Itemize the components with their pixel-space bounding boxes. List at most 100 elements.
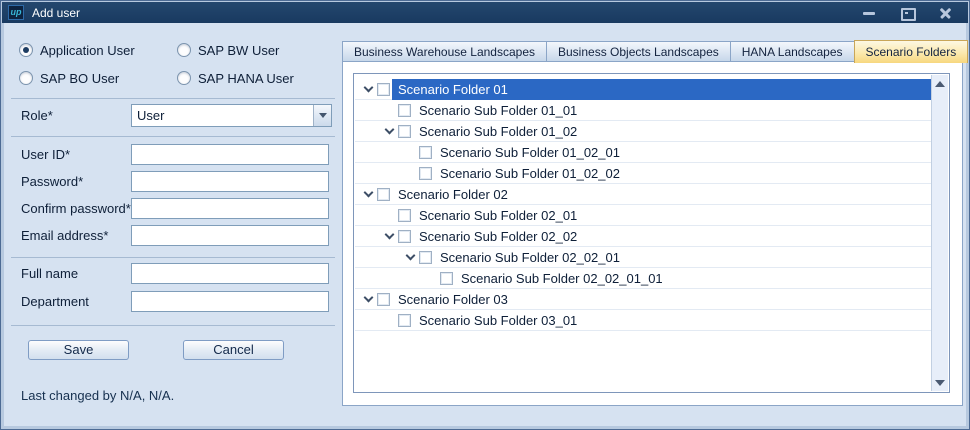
radio-sap-hana-user[interactable]: SAP HANA User xyxy=(177,70,294,86)
tree-row-label[interactable]: Scenario Sub Folder 01_01 xyxy=(418,100,931,121)
radio-label: Application User xyxy=(40,43,135,58)
radio-icon[interactable] xyxy=(177,71,191,85)
password-label: Password* xyxy=(21,171,83,192)
save-button[interactable]: Save xyxy=(28,340,129,360)
tree-indent xyxy=(355,236,382,237)
tree-row[interactable]: Scenario Folder 03 xyxy=(355,289,931,310)
tree-row[interactable]: Scenario Folder 02 xyxy=(355,184,931,205)
scroll-up-button[interactable] xyxy=(932,75,948,92)
chevron-down-icon[interactable] xyxy=(382,228,398,244)
tree-row[interactable]: Scenario Sub Folder 01_01 xyxy=(355,100,931,121)
row-checkbox[interactable] xyxy=(398,230,411,243)
cancel-button[interactable]: Cancel xyxy=(183,340,284,360)
row-checkbox[interactable] xyxy=(440,272,453,285)
tree-indent xyxy=(355,320,382,321)
restore-icon[interactable] xyxy=(900,7,914,19)
tree-row-label[interactable]: Scenario Sub Folder 02_02_01 xyxy=(439,247,931,268)
tree-row[interactable]: Scenario Sub Folder 01_02_01 xyxy=(355,142,931,163)
close-icon[interactable] xyxy=(938,7,952,19)
divider xyxy=(11,98,335,99)
tree-indent xyxy=(355,215,382,216)
add-user-dialog: up Add user Application User SAP BW User… xyxy=(0,0,970,430)
row-checkbox[interactable] xyxy=(377,188,390,201)
radio-label: SAP HANA User xyxy=(198,71,294,86)
chevron-down-icon[interactable] xyxy=(361,81,377,97)
tree-indent xyxy=(355,257,403,258)
tree-row[interactable]: Scenario Sub Folder 01_02 xyxy=(355,121,931,142)
radio-icon[interactable] xyxy=(177,43,191,57)
radio-icon[interactable] xyxy=(19,71,33,85)
tree-row-label[interactable]: Scenario Folder 01 xyxy=(392,79,931,100)
chevron-down-icon xyxy=(319,113,327,118)
full-name-label: Full name xyxy=(21,263,78,284)
user-id-field[interactable] xyxy=(131,144,329,165)
tab-business-objects-landscapes[interactable]: Business Objects Landscapes xyxy=(546,41,731,62)
window-title: Add user xyxy=(32,6,80,20)
row-checkbox[interactable] xyxy=(419,251,432,264)
department-label: Department xyxy=(21,291,89,312)
department-field[interactable] xyxy=(131,291,329,312)
arrow-down-icon xyxy=(935,380,945,386)
full-name-field[interactable] xyxy=(131,263,329,284)
radio-icon[interactable] xyxy=(19,43,33,57)
tree-row[interactable]: Scenario Sub Folder 03_01 xyxy=(355,310,931,331)
user-id-label: User ID* xyxy=(21,144,70,165)
role-label: Role* xyxy=(21,105,53,126)
tree-row-label[interactable]: Scenario Sub Folder 02_02_01_01 xyxy=(460,268,931,289)
app-logo-icon: up xyxy=(8,5,24,20)
row-checkbox[interactable] xyxy=(398,104,411,117)
row-checkbox[interactable] xyxy=(398,314,411,327)
confirm-password-field[interactable] xyxy=(131,198,329,219)
row-checkbox[interactable] xyxy=(398,209,411,222)
chevron-down-icon[interactable] xyxy=(403,249,419,265)
tree-indent xyxy=(355,110,382,111)
dropdown-button[interactable] xyxy=(313,105,331,126)
tree-row-label[interactable]: Scenario Sub Folder 03_01 xyxy=(418,310,931,331)
tree-row[interactable]: Scenario Sub Folder 02_02_01_01 xyxy=(355,268,931,289)
password-field[interactable] xyxy=(131,171,329,192)
arrow-up-icon xyxy=(935,81,945,87)
tab-scenario-folders[interactable]: Scenario Folders xyxy=(854,40,969,63)
row-checkbox[interactable] xyxy=(377,293,390,306)
tree-indent xyxy=(355,131,382,132)
radio-sap-bo-user[interactable]: SAP BO User xyxy=(19,70,119,86)
divider xyxy=(11,136,335,137)
tree-row-label[interactable]: Scenario Sub Folder 01_02_02 xyxy=(439,163,931,184)
tree-row-label[interactable]: Scenario Sub Folder 01_02 xyxy=(418,121,931,142)
radio-label: SAP BW User xyxy=(198,43,279,58)
role-select[interactable]: User xyxy=(131,104,332,127)
tree-row[interactable]: Scenario Sub Folder 01_02_02 xyxy=(355,163,931,184)
tree-row-label[interactable]: Scenario Folder 02 xyxy=(397,184,931,205)
chevron-down-icon[interactable] xyxy=(382,123,398,139)
chevron-down-icon[interactable] xyxy=(361,291,377,307)
radio-label: SAP BO User xyxy=(40,71,119,86)
row-checkbox[interactable] xyxy=(419,167,432,180)
minimize-icon[interactable] xyxy=(862,7,876,19)
chevron-down-icon[interactable] xyxy=(361,186,377,202)
tab-hana-landscapes[interactable]: HANA Landscapes xyxy=(730,41,855,62)
tree-row[interactable]: Scenario Folder 01 xyxy=(355,79,931,100)
scenario-folder-tree-panel: Scenario Folder 01Scenario Sub Folder 01… xyxy=(353,73,950,393)
tree-row-label[interactable]: Scenario Sub Folder 02_02 xyxy=(418,226,931,247)
tree-row[interactable]: Scenario Sub Folder 02_02 xyxy=(355,226,931,247)
tree-row[interactable]: Scenario Sub Folder 02_01 xyxy=(355,205,931,226)
role-value: User xyxy=(132,105,313,126)
row-checkbox[interactable] xyxy=(377,83,390,96)
tab-business-warehouse-landscapes[interactable]: Business Warehouse Landscapes xyxy=(342,41,547,62)
folder-tree: Scenario Folder 01Scenario Sub Folder 01… xyxy=(355,79,931,391)
vertical-scrollbar[interactable] xyxy=(931,75,948,391)
row-checkbox[interactable] xyxy=(398,125,411,138)
tab-bar: Business Warehouse Landscapes Business O… xyxy=(342,39,968,62)
tree-row[interactable]: Scenario Sub Folder 02_02_01 xyxy=(355,247,931,268)
tree-row-label[interactable]: Scenario Sub Folder 01_02_01 xyxy=(439,142,931,163)
scroll-down-button[interactable] xyxy=(932,374,948,391)
tree-row-label[interactable]: Scenario Folder 03 xyxy=(397,289,931,310)
tree-indent xyxy=(355,173,403,174)
radio-sap-bw-user[interactable]: SAP BW User xyxy=(177,42,279,58)
email-field[interactable] xyxy=(131,225,329,246)
radio-application-user[interactable]: Application User xyxy=(19,42,135,58)
last-changed-note: Last changed by N/A, N/A. xyxy=(21,388,174,403)
tree-indent xyxy=(355,278,424,279)
tree-row-label[interactable]: Scenario Sub Folder 02_01 xyxy=(418,205,931,226)
row-checkbox[interactable] xyxy=(419,146,432,159)
